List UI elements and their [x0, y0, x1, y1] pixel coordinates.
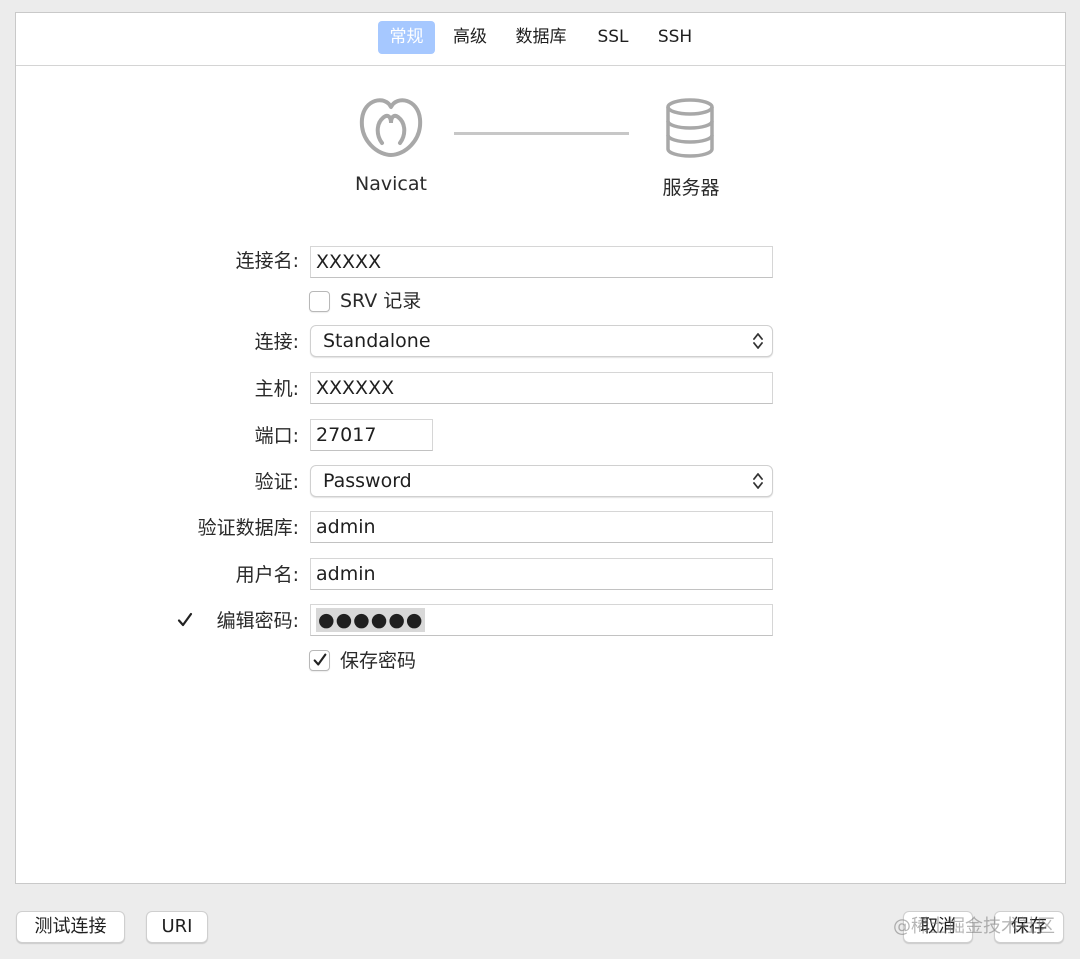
connection-line: [454, 132, 629, 135]
srv-record-checkbox[interactable]: [309, 291, 330, 312]
connection-name-field[interactable]: XXXXX: [310, 246, 773, 278]
connection-type-label: 连接:: [254, 331, 299, 353]
save-button[interactable]: 保存: [994, 911, 1064, 943]
host-label: 主机:: [254, 378, 299, 400]
auth-database-label: 验证数据库:: [197, 517, 299, 539]
chevron-updown-icon: [753, 333, 763, 349]
password-value: ●●●●●●: [316, 608, 426, 632]
connection-type-select[interactable]: Standalone: [310, 325, 773, 357]
save-password-label: 保存密码: [340, 650, 417, 672]
host-field[interactable]: XXXXXX: [310, 372, 773, 404]
auth-label: 验证:: [254, 471, 299, 493]
port-field[interactable]: 27017: [310, 419, 433, 451]
tab-ssh[interactable]: SSH: [651, 21, 699, 54]
connection-settings-panel: 常规 高级 数据库 SSL SSH Navicat 服务器 连接名: XXXXX…: [15, 12, 1066, 884]
chevron-updown-icon: [753, 473, 763, 489]
tab-ssl[interactable]: SSL: [592, 21, 634, 54]
server-label: 服务器: [662, 177, 720, 199]
port-label: 端口:: [254, 425, 299, 447]
tab-database[interactable]: 数据库: [509, 21, 573, 54]
connection-type-value: Standalone: [323, 330, 431, 352]
database-server-icon: [666, 98, 714, 158]
password-field[interactable]: ●●●●●●: [310, 604, 773, 636]
cancel-button[interactable]: 取消: [903, 911, 973, 943]
auth-database-field[interactable]: admin: [310, 511, 773, 543]
client-label: Navicat: [355, 173, 427, 195]
checkmark-icon: [313, 653, 327, 666]
test-connection-button[interactable]: 测试连接: [16, 911, 125, 943]
tab-advanced[interactable]: 高级: [444, 21, 496, 54]
navicat-logo-icon: [359, 98, 423, 157]
username-field[interactable]: admin: [310, 558, 773, 590]
uri-button[interactable]: URI: [146, 911, 208, 943]
tab-bar: 常规 高级 数据库 SSL SSH: [16, 13, 1065, 66]
connection-name-label: 连接名:: [235, 250, 299, 272]
auth-select[interactable]: Password: [310, 465, 773, 497]
srv-record-label: SRV 记录: [340, 290, 422, 312]
save-password-checkbox[interactable]: [309, 650, 330, 671]
tab-general[interactable]: 常规: [378, 21, 435, 54]
auth-value: Password: [323, 470, 412, 492]
edit-password-label: 编辑密码:: [216, 610, 299, 632]
username-label: 用户名:: [235, 564, 299, 586]
